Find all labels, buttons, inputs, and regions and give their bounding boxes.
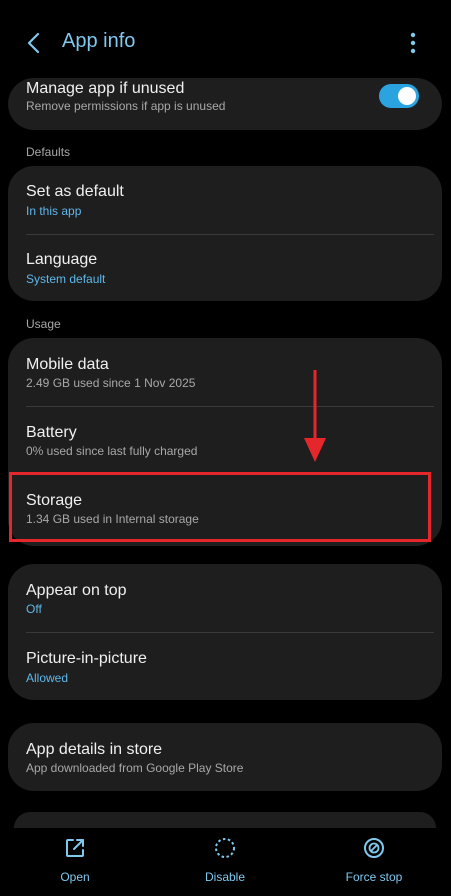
battery-row[interactable]: Battery 0% used since last fully charged xyxy=(8,407,442,474)
appear-on-top-subtitle: Off xyxy=(26,602,42,616)
toggle-knob xyxy=(398,87,416,105)
manage-unused-row[interactable]: Manage app if unused Remove permissions … xyxy=(8,78,442,130)
storage-title: Storage xyxy=(26,492,83,509)
appear-on-top-row[interactable]: Appear on top Off xyxy=(8,564,442,632)
disable-label: Disable xyxy=(204,870,246,884)
set-as-default-row[interactable]: Set as default In this app xyxy=(8,166,442,234)
defaults-card: Set as default In this app Language Syst… xyxy=(8,166,442,301)
open-label: Open xyxy=(60,870,90,884)
appear-on-top-title: Appear on top xyxy=(26,582,127,599)
mobile-data-title: Mobile data xyxy=(26,356,109,373)
picture-in-picture-subtitle: Allowed xyxy=(26,671,69,685)
section-label-defaults: Defaults xyxy=(26,145,71,159)
bottom-action-bar: Open Disable Force stop xyxy=(0,812,451,896)
app-details-subtitle: App downloaded from Google Play Store xyxy=(26,761,244,775)
storage-row[interactable]: Storage 1.34 GB used in Internal storage xyxy=(8,475,442,545)
battery-subtitle: 0% used since last fully charged xyxy=(26,444,198,458)
force-stop-label: Force stop xyxy=(345,870,403,884)
force-stop-button[interactable]: Force stop xyxy=(319,836,429,896)
language-title: Language xyxy=(26,251,98,268)
language-subtitle: System default xyxy=(26,272,106,286)
force-stop-icon xyxy=(364,838,384,858)
arrow-down-icon xyxy=(304,370,326,462)
language-row[interactable]: Language System default xyxy=(8,235,442,301)
disable-dotted-circle-icon xyxy=(215,838,235,858)
set-as-default-subtitle: In this app xyxy=(26,204,82,218)
battery-title: Battery xyxy=(26,424,77,441)
manage-unused-toggle[interactable] xyxy=(379,84,419,108)
mobile-data-subtitle: 2.49 GB used since 1 Nov 2025 xyxy=(26,376,196,390)
open-button[interactable]: Open xyxy=(20,836,130,896)
storage-subtitle: 1.34 GB used in Internal storage xyxy=(26,512,199,526)
manage-unused-title: Manage app if unused xyxy=(26,80,185,97)
display-card: Appear on top Off Picture-in-picture All… xyxy=(8,564,442,700)
manage-unused-subtitle: Remove permissions if app is unused xyxy=(26,99,226,113)
app-bar: App info xyxy=(0,0,451,80)
chevron-left-icon xyxy=(27,32,40,54)
section-label-usage: Usage xyxy=(26,317,61,331)
app-details-title: App details in store xyxy=(26,741,163,758)
usage-card: Mobile data 2.49 GB used since 1 Nov 202… xyxy=(8,338,442,546)
set-as-default-title: Set as default xyxy=(26,183,124,200)
open-external-icon xyxy=(66,839,84,857)
more-vertical-icon xyxy=(410,32,416,54)
disable-button[interactable]: Disable xyxy=(170,836,280,896)
back-button[interactable] xyxy=(20,28,50,58)
page-title: App info xyxy=(62,30,136,52)
next-card-peek xyxy=(14,812,436,828)
store-card: App details in store App downloaded from… xyxy=(8,723,442,791)
more-options-button[interactable] xyxy=(400,28,426,58)
picture-in-picture-title: Picture-in-picture xyxy=(26,650,147,667)
app-details-row[interactable]: App details in store App downloaded from… xyxy=(8,723,442,791)
mobile-data-row[interactable]: Mobile data 2.49 GB used since 1 Nov 202… xyxy=(8,338,442,406)
picture-in-picture-row[interactable]: Picture-in-picture Allowed xyxy=(8,633,442,700)
manage-unused-card: Manage app if unused Remove permissions … xyxy=(8,78,442,130)
